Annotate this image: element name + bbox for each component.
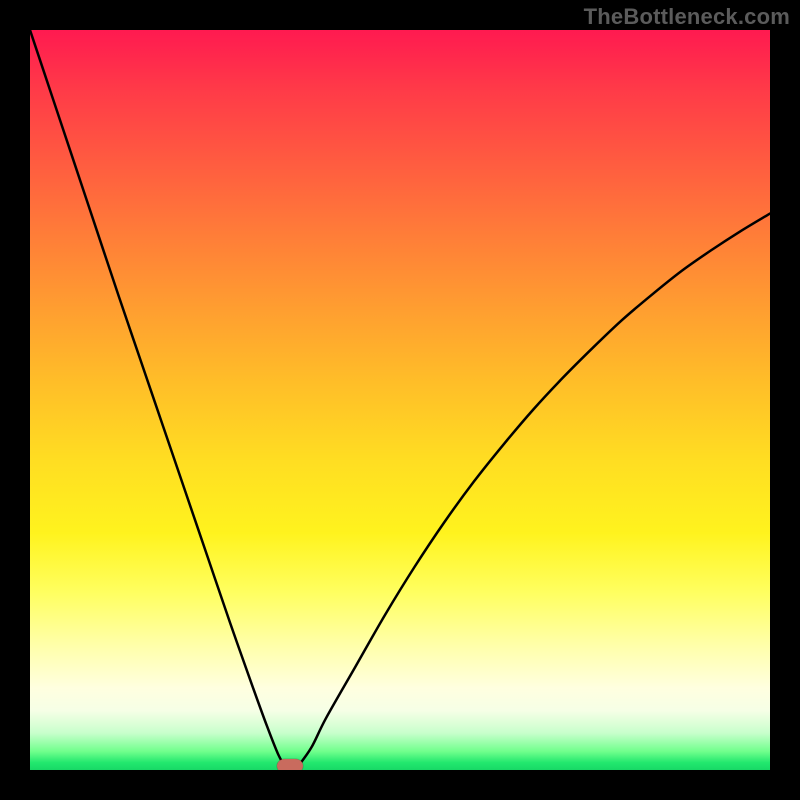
chart-frame: TheBottleneck.com — [0, 0, 800, 800]
plot-area — [30, 30, 770, 770]
watermark-text: TheBottleneck.com — [584, 4, 790, 30]
curve-left-branch — [30, 30, 286, 769]
curve-svg — [30, 30, 770, 770]
minimum-marker — [277, 759, 303, 770]
curve-right-branch — [296, 214, 770, 769]
